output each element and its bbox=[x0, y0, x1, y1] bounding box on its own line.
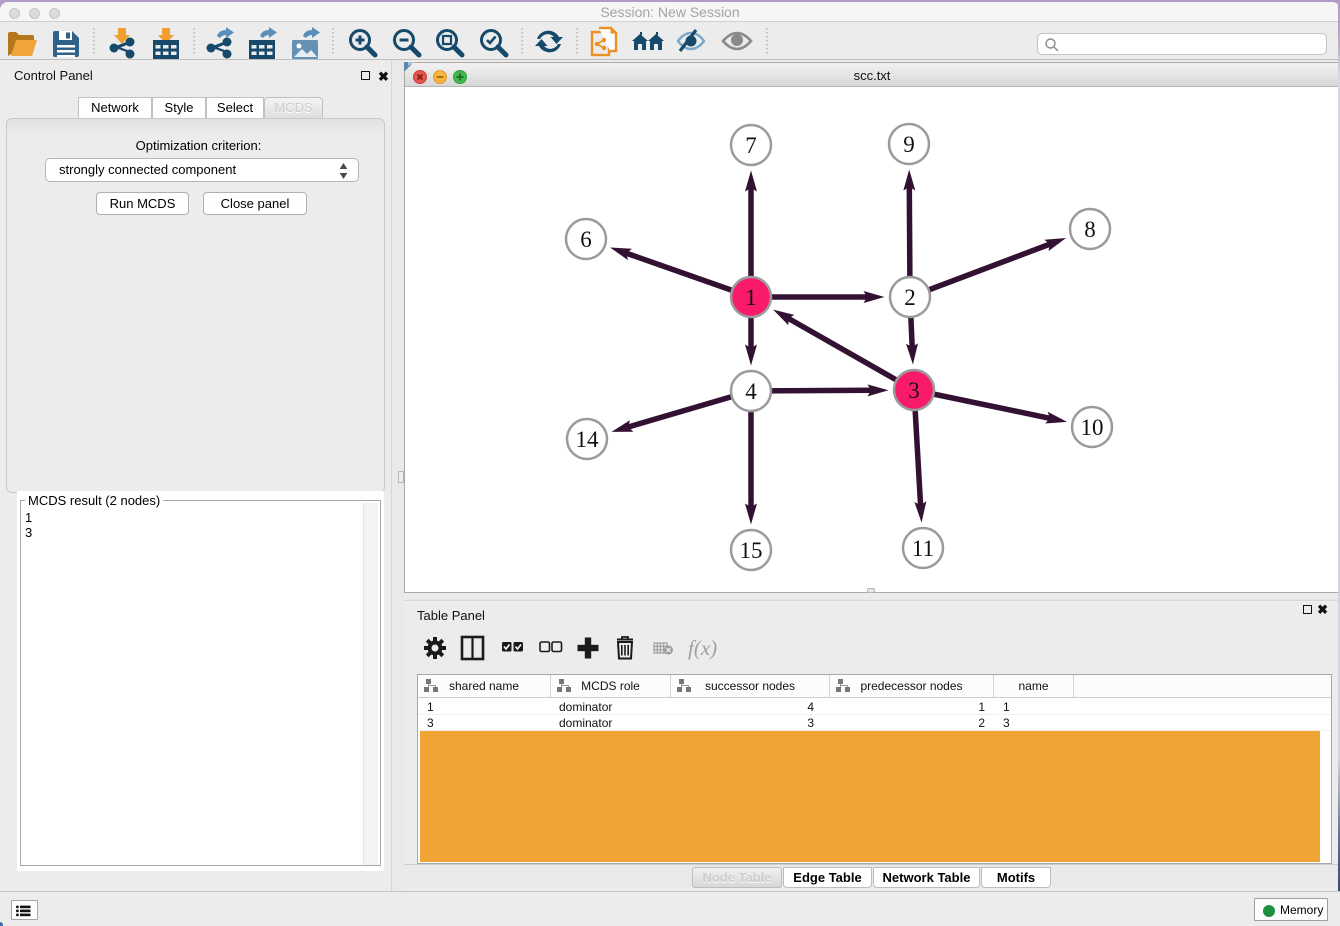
svg-text:1: 1 bbox=[745, 285, 757, 310]
svg-text:f(x): f(x) bbox=[688, 636, 717, 660]
svg-text:11: 11 bbox=[912, 536, 934, 561]
svg-text:3: 3 bbox=[908, 378, 920, 403]
svg-text:10: 10 bbox=[1081, 415, 1104, 440]
svg-text:7: 7 bbox=[745, 133, 757, 158]
svg-text:15: 15 bbox=[740, 538, 763, 563]
svg-text:9: 9 bbox=[903, 132, 915, 157]
svg-text:4: 4 bbox=[745, 379, 757, 404]
svg-text:6: 6 bbox=[580, 227, 592, 252]
svg-text:8: 8 bbox=[1084, 217, 1096, 242]
svg-text:14: 14 bbox=[576, 427, 600, 452]
svg-text:2: 2 bbox=[904, 285, 916, 310]
